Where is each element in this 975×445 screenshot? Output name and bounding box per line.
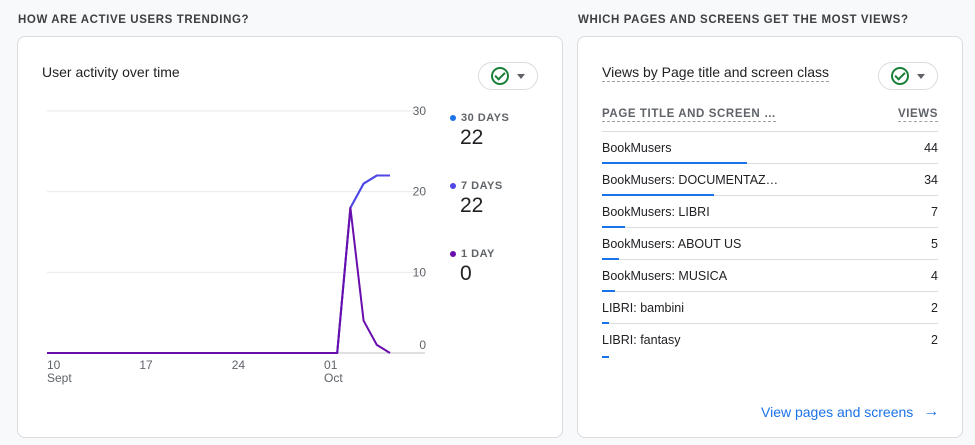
arrow-right-icon: → bbox=[923, 403, 940, 420]
legend-30-days: 30 DAYS 22 bbox=[450, 112, 509, 150]
legend-7-days: 7 DAYS 22 bbox=[450, 180, 503, 218]
legend-dot-1-day bbox=[450, 251, 456, 257]
y-tick-label: 0 bbox=[419, 338, 426, 352]
table-row[interactable]: BookMusers: ABOUT US 5 bbox=[602, 228, 938, 260]
row-page-name: BookMusers: ABOUT US bbox=[602, 237, 742, 251]
series-line-1-day bbox=[47, 206, 391, 354]
row-views-count: 2 bbox=[931, 301, 938, 315]
x-tick-month-label: Sept bbox=[47, 371, 72, 385]
views-comparison-menu-button[interactable] bbox=[878, 62, 938, 90]
row-views-count: 7 bbox=[931, 205, 938, 219]
row-page-name: BookMusers bbox=[602, 141, 672, 155]
legend-value-1-day: 0 bbox=[460, 262, 472, 285]
legend-dot-30-days bbox=[450, 115, 456, 121]
row-page-name: BookMusers: LIBRI bbox=[602, 205, 710, 219]
page-views-title-text: Views by Page title and screen class bbox=[602, 64, 829, 82]
row-views-count: 5 bbox=[931, 237, 938, 251]
legend-value-30-days: 22 bbox=[460, 126, 484, 149]
column-header-views[interactable]: VIEWS bbox=[897, 108, 938, 122]
x-tick-label: 24 bbox=[232, 358, 246, 372]
row-views-count: 34 bbox=[924, 173, 938, 187]
row-page-name: LIBRI: fantasy bbox=[602, 333, 681, 347]
row-page-name: LIBRI: bambini bbox=[602, 301, 684, 315]
y-tick-label: 20 bbox=[413, 185, 427, 199]
series-line-7-days bbox=[47, 174, 390, 354]
row-page-name: BookMusers: MUSICA bbox=[602, 269, 728, 283]
table-row[interactable]: LIBRI: fantasy 2 bbox=[602, 324, 938, 358]
legend-label-7-days: 7 DAYS bbox=[461, 180, 503, 192]
x-tick-label: 17 bbox=[139, 358, 153, 372]
table-row[interactable]: BookMusers: LIBRI 7 bbox=[602, 196, 938, 228]
y-tick-label: 30 bbox=[413, 104, 427, 118]
table-row[interactable]: BookMusers 44 bbox=[602, 132, 938, 164]
views-table-header: PAGE TITLE AND SCREEN … VIEWS bbox=[602, 108, 938, 132]
page-views-title[interactable]: Views by Page title and screen class bbox=[602, 64, 829, 82]
row-views-bar bbox=[602, 356, 609, 358]
row-views-count: 2 bbox=[931, 333, 938, 347]
row-page-name: BookMusers: DOCUMENTAZ… bbox=[602, 173, 779, 187]
x-tick-label: 01 bbox=[324, 358, 338, 372]
legend-value-7-days: 22 bbox=[460, 194, 484, 217]
view-pages-and-screens-link[interactable]: View pages and screens → bbox=[761, 403, 939, 421]
view-pages-link-label: View pages and screens bbox=[761, 404, 914, 420]
column-header-page-title[interactable]: PAGE TITLE AND SCREEN … bbox=[602, 108, 777, 122]
caret-down-icon bbox=[917, 73, 925, 79]
x-tick-label: 10 bbox=[47, 358, 61, 372]
legend-dot-7-days bbox=[450, 183, 456, 189]
table-row[interactable]: BookMusers: DOCUMENTAZ… 34 bbox=[602, 164, 938, 196]
table-row[interactable]: LIBRI: bambini 2 bbox=[602, 292, 938, 324]
legend-label-30-days: 30 DAYS bbox=[461, 112, 510, 124]
table-row[interactable]: BookMusers: MUSICA 4 bbox=[602, 260, 938, 292]
row-views-count: 4 bbox=[931, 269, 938, 283]
series-line-30-days bbox=[47, 174, 390, 354]
x-tick-month-label: Oct bbox=[324, 371, 343, 385]
legend-1-day: 1 DAY 0 bbox=[450, 248, 495, 286]
row-views-count: 44 bbox=[924, 141, 938, 155]
y-tick-label: 10 bbox=[413, 265, 427, 279]
check-circle-icon bbox=[891, 67, 909, 85]
legend-label-1-day: 1 DAY bbox=[461, 248, 495, 260]
